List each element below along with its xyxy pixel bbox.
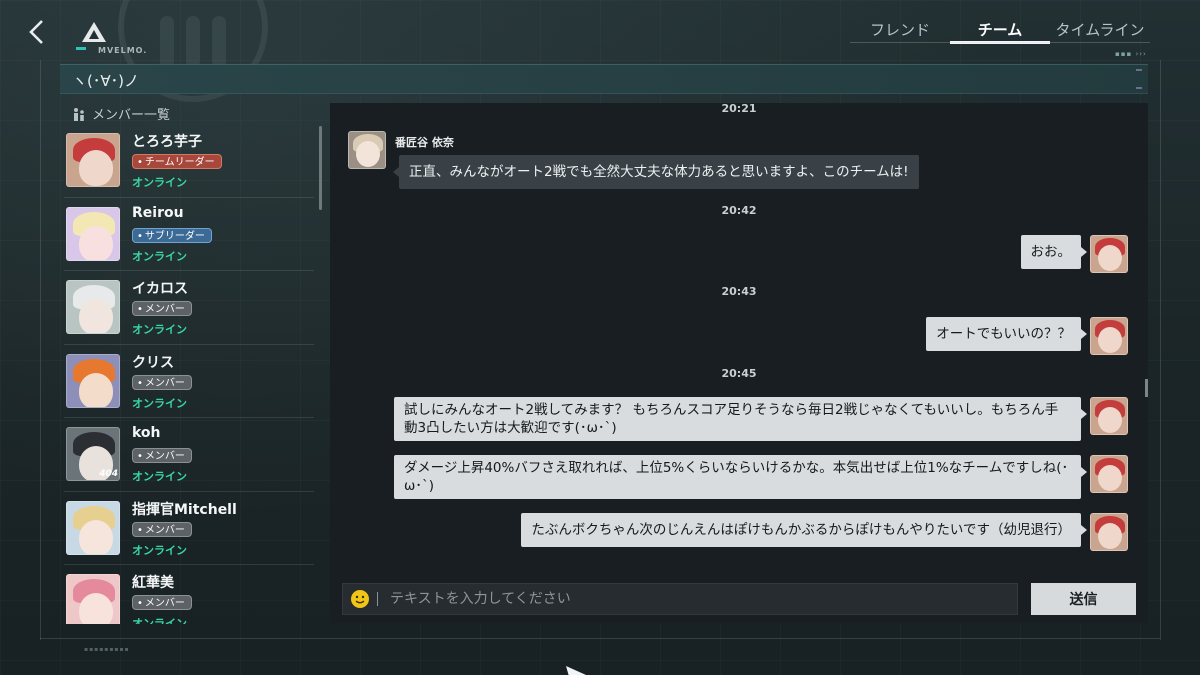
- message-timestamp: 20:21: [721, 103, 757, 115]
- send-button[interactable]: 送信: [1031, 583, 1136, 615]
- logo-text: MVELMO.: [98, 46, 148, 55]
- tab-underline: [850, 42, 1150, 43]
- member-item[interactable]: 404 koh メンバー オンライン: [64, 418, 314, 492]
- emoji-button[interactable]: [343, 583, 377, 615]
- logo-mark-icon: [82, 22, 106, 42]
- member-avatar: [66, 280, 120, 334]
- role-badge: メンバー: [132, 301, 192, 316]
- message-input-box: [342, 583, 1018, 615]
- team-name: ヽ(･∀･)ノ: [72, 72, 139, 90]
- frame-line-right: [1160, 60, 1161, 640]
- message-bubble: おお。: [1020, 235, 1087, 269]
- tab-timeline[interactable]: タイムライン: [1050, 14, 1150, 42]
- tab-friends[interactable]: フレンド: [850, 14, 950, 42]
- input-divider: [377, 592, 378, 606]
- member-avatar: [66, 353, 120, 408]
- sender-name: 番匠谷 依奈: [395, 136, 454, 149]
- member-list-header: メンバー一覧: [72, 104, 170, 123]
- member-list: とろろ芋子 チームリーダー オンライン Reirou サブリーダー オンライン …: [64, 124, 314, 624]
- member-avatar: [66, 206, 120, 261]
- sender-avatar[interactable]: [348, 131, 386, 169]
- member-avatar: [66, 500, 120, 555]
- members-icon: [74, 107, 84, 121]
- message-composer: 送信: [342, 583, 1136, 615]
- member-avatar: 404: [66, 427, 120, 481]
- message-timestamp: 20:43: [721, 285, 757, 298]
- frame-line-bottom: [40, 638, 1160, 639]
- back-button[interactable]: [20, 14, 52, 50]
- my-avatar[interactable]: [1090, 455, 1128, 493]
- online-status: オンライン: [132, 543, 187, 557]
- member-item[interactable]: とろろ芋子 チームリーダー オンライン: [64, 124, 314, 198]
- message-bubble: 試しにみんなオート2戦してみます？ もちろんスコア足りそうなら毎日2戦じゃなくて…: [394, 397, 1087, 441]
- bar-corner-deco: [1136, 69, 1142, 71]
- tab-team[interactable]: チーム: [950, 14, 1050, 44]
- my-avatar[interactable]: [1090, 513, 1128, 551]
- member-name: Reirou: [132, 204, 184, 221]
- role-badge: メンバー: [132, 374, 192, 390]
- message-bubble: たぶんボクちゃん次のじんえんはぽけもんかぶるからぽけもんやりたいです（幼児退行）: [521, 513, 1087, 547]
- role-badge: チームリーダー: [132, 154, 222, 169]
- member-list-scrollbar[interactable]: [319, 126, 322, 210]
- role-badge: メンバー: [132, 595, 192, 610]
- member-item[interactable]: クリス メンバー オンライン: [64, 345, 314, 418]
- emoji-icon: [351, 590, 369, 608]
- my-avatar[interactable]: [1090, 397, 1128, 435]
- message-timestamp: 20:45: [721, 367, 757, 380]
- online-status: オンライン: [132, 470, 187, 483]
- member-item[interactable]: 紅華美 メンバー オンライン: [64, 565, 314, 624]
- member-name: koh: [132, 425, 161, 441]
- online-status: オンライン: [132, 323, 187, 336]
- app-logo: MVELMO.: [76, 18, 146, 58]
- deco-text: ▪▪▪▪▪▪▪▪▪: [84, 646, 130, 653]
- online-status: オンライン: [132, 249, 187, 263]
- member-avatar: [66, 574, 120, 624]
- mouse-cursor-icon: [566, 666, 586, 675]
- member-name: 紅華美: [132, 575, 174, 591]
- bar-corner-deco: [1136, 87, 1142, 89]
- chat-scrollbar[interactable]: [1145, 379, 1148, 397]
- tab-bar: フレンド チーム タイムライン: [850, 14, 1150, 44]
- message-input[interactable]: [390, 584, 1017, 614]
- role-badge: サブリーダー: [132, 227, 212, 243]
- message-bubble: ダメージ上昇40%バフさえ取れれば、上位5%くらいならいけるかな。本気出せば上位…: [394, 455, 1087, 499]
- message-timestamp: 20:42: [721, 204, 757, 217]
- message-bubble: 正直、みんながオート2戦でも全然大丈夫な体力あると思いますよ、このチームは!: [393, 155, 919, 189]
- team-name-bar: ヽ(･∀･)ノ: [60, 64, 1148, 94]
- member-item[interactable]: 指揮官Mitchell メンバー オンライン: [64, 492, 314, 565]
- member-name: イカロス: [132, 281, 188, 297]
- online-status: オンライン: [132, 396, 187, 410]
- tab-deco: ▪▪▪ ›››: [1115, 50, 1147, 58]
- role-badge: メンバー: [132, 521, 192, 537]
- member-item[interactable]: Reirou サブリーダー オンライン: [64, 198, 314, 271]
- frame-line-left: [40, 60, 41, 640]
- message-bubble: オートでもいいの？？: [926, 317, 1087, 351]
- chat-panel: 20:21 番匠谷 依奈 正直、みんながオート2戦でも全然大丈夫な体力あると思い…: [330, 103, 1148, 623]
- my-avatar[interactable]: [1090, 317, 1128, 355]
- member-name: 指揮官Mitchell: [132, 501, 237, 518]
- role-badge: メンバー: [132, 448, 192, 463]
- message-list: 20:21 番匠谷 依奈 正直、みんながオート2戦でも全然大丈夫な体力あると思い…: [330, 103, 1148, 571]
- member-avatar: [66, 133, 120, 187]
- avatar-tag: 404: [99, 469, 118, 479]
- online-status: オンライン: [132, 617, 187, 624]
- member-list-title: メンバー一覧: [92, 108, 171, 123]
- online-status: オンライン: [132, 176, 187, 189]
- member-name: クリス: [132, 354, 174, 371]
- member-item[interactable]: イカロス メンバー オンライン: [64, 271, 314, 345]
- chevron-left-icon: [29, 20, 43, 44]
- my-avatar[interactable]: [1090, 235, 1128, 273]
- member-name: とろろ芋子: [132, 134, 202, 150]
